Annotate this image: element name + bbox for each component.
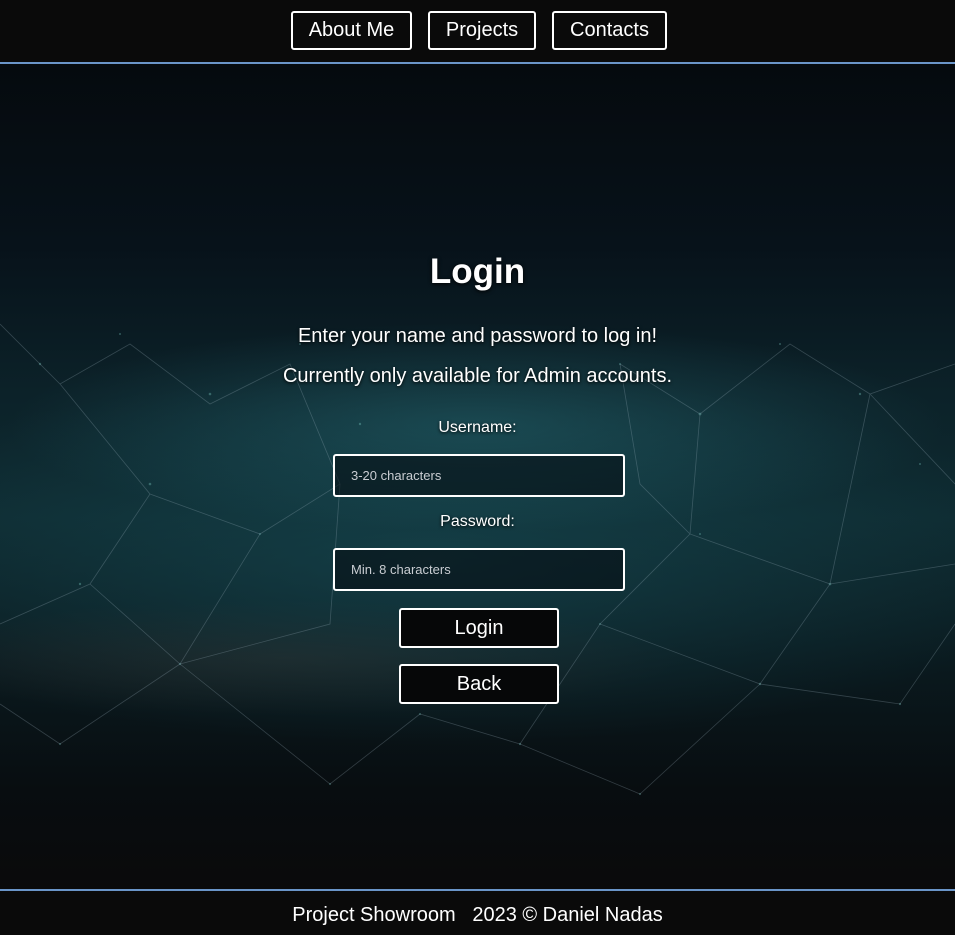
footer-site-name: Project Showroom: [292, 904, 456, 926]
username-input[interactable]: [333, 454, 625, 497]
login-availability-note: Currently only available for Admin accou…: [282, 365, 673, 387]
login-section: Login Enter your name and password to lo…: [0, 64, 955, 889]
nav-projects-button[interactable]: Projects: [428, 11, 536, 50]
password-input[interactable]: [333, 548, 625, 591]
password-label: Password:: [440, 513, 515, 530]
login-instructions: Enter your name and password to log in!: [297, 325, 658, 347]
page-title: Login: [429, 252, 526, 291]
username-label: Username:: [438, 419, 517, 436]
nav-contacts-button[interactable]: Contacts: [552, 11, 667, 50]
nav-about-me-button[interactable]: About Me: [291, 11, 412, 50]
top-navigation: About Me Projects Contacts: [0, 0, 955, 64]
footer: Project Showroom 2023 © Daniel Nadas: [0, 889, 955, 935]
login-button[interactable]: Login: [399, 608, 559, 648]
footer-copyright: 2023 © Daniel Nadas: [472, 904, 663, 926]
back-button[interactable]: Back: [399, 664, 559, 704]
footer-separator: [456, 904, 473, 926]
